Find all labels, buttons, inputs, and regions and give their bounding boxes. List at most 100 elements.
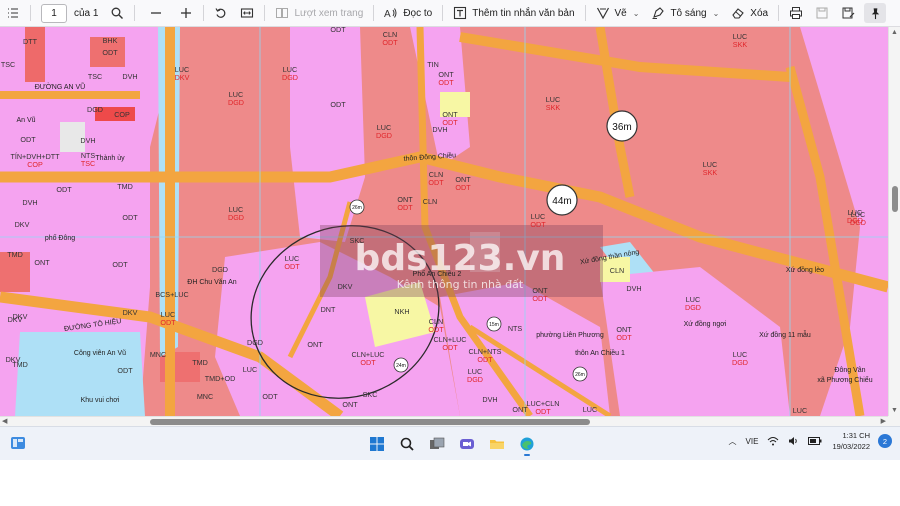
road-width-badge: 26m	[349, 199, 365, 215]
parcel-label: SKC	[350, 236, 365, 245]
parcel-label: ONT ODT	[455, 175, 471, 192]
read-aloud-button[interactable]: A Đọc to	[378, 0, 438, 27]
road-width-badge: 44m	[546, 184, 578, 216]
street-label: ĐƯỜNG AN VŨ	[35, 82, 86, 91]
highlight-label: Tô sáng	[670, 7, 707, 19]
parcel-label: LUC DGD	[685, 295, 701, 312]
parcel-label: ODT	[262, 392, 278, 401]
chevron-up-icon[interactable]: ︿	[729, 436, 737, 447]
parcel-label: LUC DKV	[175, 65, 190, 82]
vertical-scroll-thumb[interactable]	[892, 186, 898, 212]
parcel-label: ODT	[330, 27, 346, 34]
teams-chat-button[interactable]	[455, 432, 479, 456]
widgets-button[interactable]	[10, 435, 26, 456]
parcel-label: LUC DGD	[732, 350, 748, 367]
parcel-label: ODT	[330, 100, 346, 109]
search-taskbar-button[interactable]	[395, 432, 419, 456]
parcel-label: DNT	[321, 305, 336, 314]
parcel-label: LUC SKK	[733, 32, 748, 49]
toolbar-divider	[30, 5, 31, 21]
erase-button[interactable]: Xóa	[725, 0, 774, 27]
parcel-label: NKH	[394, 307, 409, 316]
scrollbar-corner	[888, 416, 900, 426]
street-label: phường Liên Phương	[536, 332, 604, 339]
parcel-label: ONT ODT	[532, 286, 548, 303]
windows-taskbar: ︿ VIE 1:31 CH 19/03/2022 2	[0, 426, 900, 460]
svg-text:36m: 36m	[612, 122, 631, 133]
parcel-label: MNC	[150, 350, 166, 359]
print-button[interactable]	[783, 0, 809, 27]
scroll-right-icon[interactable]: ▶	[881, 417, 886, 425]
parcel-label: ODT	[56, 185, 72, 194]
parcel-label: ONT ODT	[438, 70, 454, 87]
parcel-label: TMD	[117, 182, 133, 191]
horizontal-scrollbar[interactable]: ◀ ▶	[0, 416, 888, 426]
zoom-in-button[interactable]	[173, 0, 199, 27]
highlight-button[interactable]: Tô sáng ⌄	[645, 0, 725, 27]
parcel-label: ODT	[102, 48, 118, 57]
pdf-viewer-window: của 1 Lượt xem trang A Đọc to	[0, 0, 900, 506]
battery-icon[interactable]	[808, 437, 822, 445]
zoom-out-button[interactable]	[139, 0, 173, 27]
pin-toolbar-button[interactable]	[864, 3, 886, 23]
erase-label: Xóa	[750, 7, 769, 19]
input-language[interactable]: VIE	[746, 437, 759, 446]
parcel-label: ODT	[122, 213, 138, 222]
notification-badge[interactable]: 2	[878, 434, 892, 448]
parcel-label: LUC	[793, 406, 807, 415]
parcel-label: LUC DGD	[467, 367, 483, 384]
file-explorer-button[interactable]	[485, 432, 509, 456]
start-button[interactable]	[365, 432, 389, 456]
toolbar-divider	[778, 5, 780, 21]
vertical-scrollbar[interactable]: ▲ ▼	[888, 27, 900, 416]
scroll-left-icon[interactable]: ◀	[2, 417, 7, 425]
find-button[interactable]	[104, 0, 130, 27]
save-button[interactable]	[809, 0, 835, 27]
parcel-label: NTS TSC	[81, 151, 96, 168]
system-clock[interactable]: 1:31 CH 19/03/2022	[832, 430, 870, 452]
wifi-icon[interactable]	[767, 436, 779, 446]
parcel-label: TSC	[1, 60, 15, 69]
draw-label: Vẽ	[614, 7, 627, 19]
volume-icon[interactable]	[788, 436, 799, 446]
print-icon	[790, 7, 803, 19]
land-use-planning-map: bds123.vn Kênh thông tin nhà đất 36m 44m…	[0, 27, 888, 416]
parcel-label: DVH	[80, 136, 95, 145]
add-text-button[interactable]: Thêm tin nhắn văn bản	[447, 0, 580, 27]
parcel-label: ONT ODT	[616, 325, 632, 342]
page-number-input[interactable]	[41, 3, 67, 23]
add-text-icon	[454, 6, 467, 20]
draw-button[interactable]: Vẽ ⌄	[590, 0, 646, 27]
scroll-down-icon[interactable]: ▼	[891, 407, 898, 414]
street-label: Công viên An Vũ	[74, 350, 126, 357]
street-label: An Vũ	[16, 117, 35, 124]
page-view-button[interactable]: Lượt xem trang	[269, 0, 369, 27]
svg-text:15m: 15m	[489, 322, 499, 328]
fit-page-button[interactable]	[234, 0, 260, 27]
street-label: Xứ đồng ngơi	[684, 319, 727, 328]
horizontal-scroll-thumb[interactable]	[150, 419, 590, 425]
road-width-badge: 15m	[486, 316, 502, 332]
chevron-down-icon: ⌄	[712, 8, 720, 18]
pdf-page-viewport[interactable]: bds123.vn Kênh thông tin nhà đất 36m 44m…	[0, 27, 888, 416]
fit-page-icon	[241, 8, 254, 18]
page-view-label: Lượt xem trang	[294, 7, 364, 19]
parcel-label: BHK	[103, 36, 118, 45]
parcel-label: LUC	[583, 405, 597, 414]
parcel-label: BCS+LUC	[155, 290, 188, 299]
task-view-icon	[430, 437, 445, 449]
rotate-button[interactable]	[208, 0, 234, 27]
parcel-label: LUC DGD	[228, 90, 244, 107]
folder-icon	[490, 440, 504, 449]
contents-button[interactable]	[0, 0, 26, 27]
toolbar-divider	[442, 5, 444, 21]
save-as-button[interactable]	[835, 0, 861, 27]
clock-date: 19/03/2022	[832, 442, 870, 451]
parcel-label: TMD+OD	[205, 374, 236, 383]
parcel-label: CLN ODT	[428, 317, 444, 334]
edge-browser-button[interactable]	[515, 432, 539, 456]
svg-text:26m: 26m	[575, 372, 585, 378]
scroll-up-icon[interactable]: ▲	[891, 29, 898, 36]
task-view-button[interactable]	[425, 432, 449, 456]
toolbar-divider	[584, 5, 586, 21]
